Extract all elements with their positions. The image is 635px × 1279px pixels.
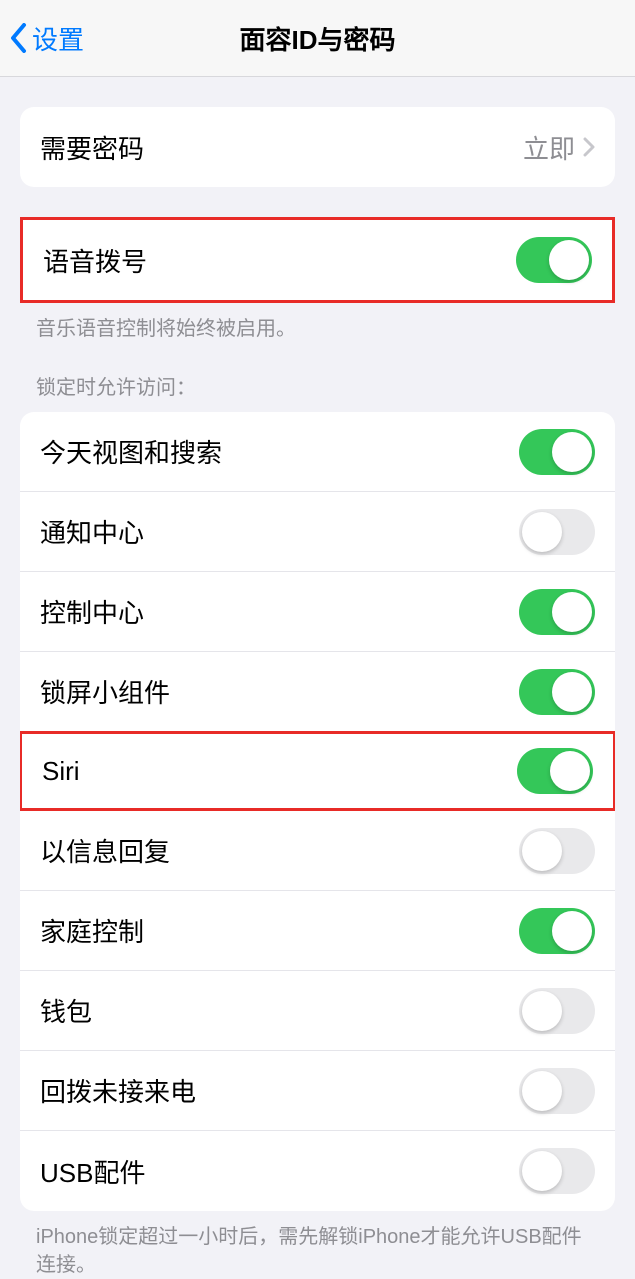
- voice-dial-row: 语音拨号: [23, 220, 612, 300]
- lock-access-toggle[interactable]: [519, 988, 595, 1034]
- lock-access-row: Siri: [20, 731, 615, 811]
- back-label: 设置: [32, 20, 84, 57]
- lock-access-group: 今天视图和搜索通知中心控制中心锁屏小组件 Siri 以信息回复家庭控制钱包回拨未接来…: [20, 412, 615, 1211]
- voice-dial-footer: 音乐语音控制将始终被启用。: [0, 303, 635, 343]
- lock-access-row: 控制中心: [20, 572, 615, 652]
- lock-access-item-label: 通知中心: [40, 513, 519, 550]
- lock-access-item-label: 锁屏小组件: [40, 673, 519, 710]
- lock-access-row: USB配件: [20, 1131, 615, 1211]
- lock-access-item-label: 以信息回复: [40, 832, 519, 869]
- lock-access-row: 钱包: [20, 971, 615, 1051]
- voice-dial-label: 语音拨号: [43, 242, 516, 279]
- lock-access-row: 回拨未接来电: [20, 1051, 615, 1131]
- lock-access-row: 以信息回复: [20, 811, 615, 891]
- toggle-knob: [552, 672, 592, 712]
- toggle-knob: [552, 432, 592, 472]
- toggle-knob: [522, 512, 562, 552]
- lock-access-toggle[interactable]: [519, 828, 595, 874]
- toggle-knob: [549, 240, 589, 280]
- lock-access-row: 通知中心: [20, 492, 615, 572]
- toggle-knob: [522, 831, 562, 871]
- toggle-knob: [552, 911, 592, 951]
- lock-access-toggle[interactable]: [519, 1068, 595, 1114]
- lock-access-toggle[interactable]: [517, 748, 593, 794]
- lock-access-item-label: 钱包: [40, 992, 519, 1029]
- require-passcode-value: 立即: [523, 129, 575, 166]
- lock-access-row: 家庭控制: [20, 891, 615, 971]
- require-passcode-row[interactable]: 需要密码 立即: [20, 107, 615, 187]
- lock-access-toggle[interactable]: [519, 908, 595, 954]
- lock-access-toggle[interactable]: [519, 1148, 595, 1194]
- lock-access-item-label: 今天视图和搜索: [40, 433, 519, 470]
- voice-dial-group: 语音拨号: [20, 217, 615, 303]
- lock-access-header: 锁定时允许访问：: [0, 343, 635, 412]
- lock-access-item-label: Siri: [42, 756, 517, 787]
- lock-access-item-label: 控制中心: [40, 593, 519, 630]
- navigation-bar: 设置 面容ID与密码: [0, 0, 635, 77]
- require-passcode-label: 需要密码: [40, 129, 523, 166]
- lock-access-toggle[interactable]: [519, 509, 595, 555]
- require-passcode-group: 需要密码 立即: [20, 107, 615, 187]
- toggle-knob: [550, 751, 590, 791]
- lock-access-toggle[interactable]: [519, 429, 595, 475]
- lock-access-item-label: 家庭控制: [40, 912, 519, 949]
- voice-dial-toggle[interactable]: [516, 237, 592, 283]
- toggle-knob: [522, 1071, 562, 1111]
- lock-access-footer: iPhone锁定超过一小时后，需先解锁iPhone才能允许USB配件连接。: [0, 1211, 635, 1279]
- chevron-right-icon: [583, 137, 595, 157]
- lock-access-row: 锁屏小组件: [20, 652, 615, 732]
- page-title: 面容ID与密码: [239, 20, 395, 57]
- lock-access-toggle[interactable]: [519, 669, 595, 715]
- lock-access-row: 今天视图和搜索: [20, 412, 615, 492]
- toggle-knob: [522, 991, 562, 1031]
- back-chevron-icon: [10, 23, 28, 53]
- back-button[interactable]: 设置: [10, 20, 84, 57]
- lock-access-toggle[interactable]: [519, 589, 595, 635]
- toggle-knob: [552, 592, 592, 632]
- lock-access-item-label: 回拨未接来电: [40, 1072, 519, 1109]
- toggle-knob: [522, 1151, 562, 1191]
- lock-access-item-label: USB配件: [40, 1153, 519, 1190]
